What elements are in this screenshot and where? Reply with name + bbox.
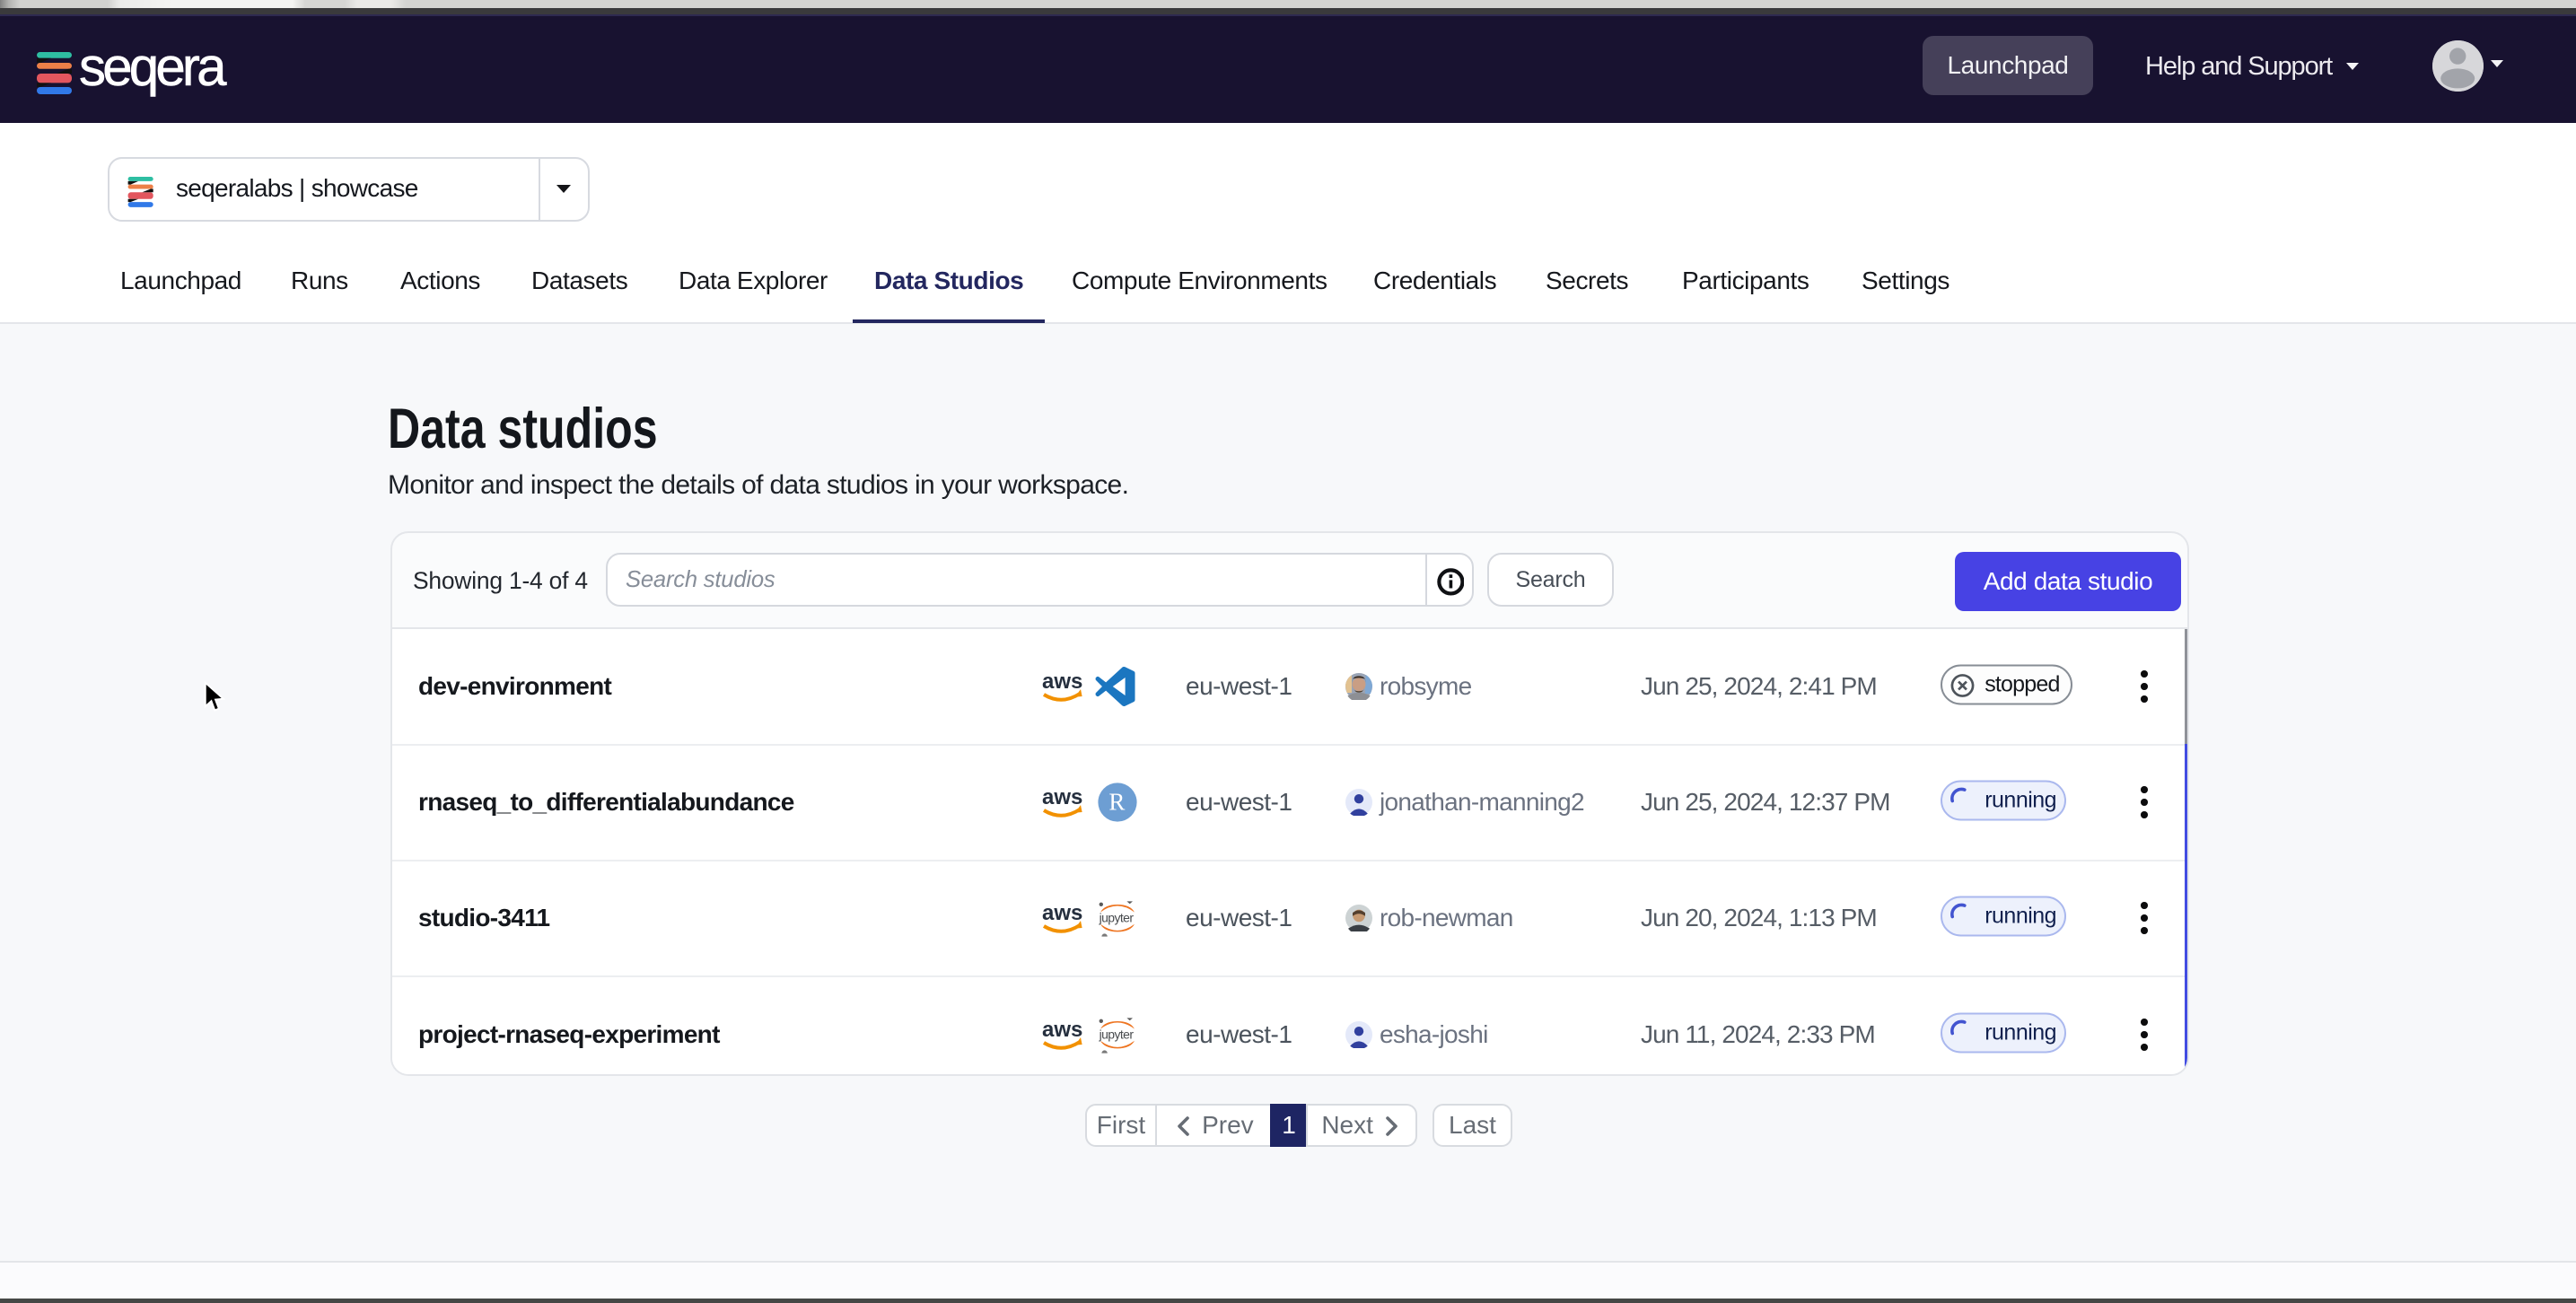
svg-text:R: R	[1108, 788, 1125, 815]
svg-text:jupyter: jupyter	[1099, 910, 1135, 924]
svg-text:aws: aws	[1042, 901, 1082, 925]
svg-text:aws: aws	[1042, 1018, 1082, 1042]
svg-text:jupyter: jupyter	[1099, 1027, 1135, 1041]
svg-text:aws: aws	[1042, 785, 1082, 809]
svg-text:aws: aws	[1042, 669, 1082, 694]
